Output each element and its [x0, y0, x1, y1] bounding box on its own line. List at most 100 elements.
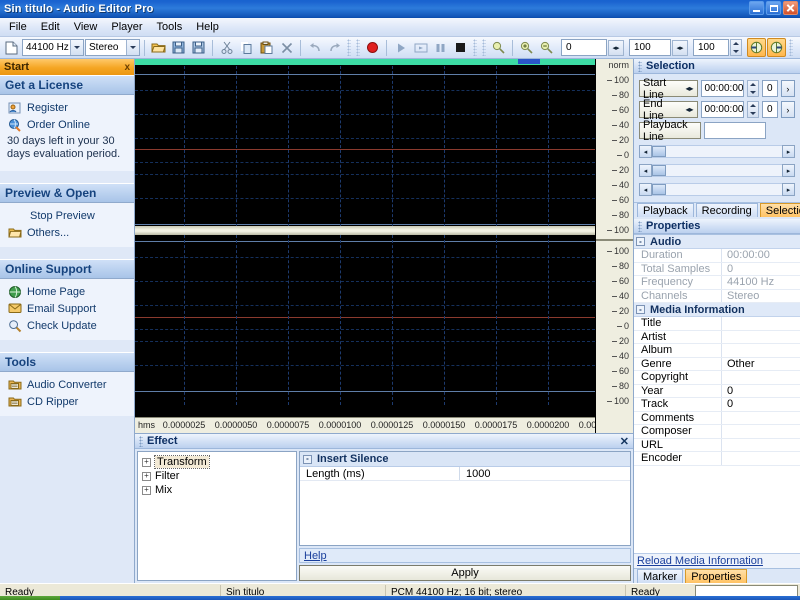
- selection-scrollbar-1[interactable]: ◂ ▸: [639, 145, 795, 158]
- scroll-right-icon[interactable]: ▸: [782, 183, 795, 196]
- position-stepper[interactable]: ◂▸: [608, 40, 624, 56]
- tree-node-filter[interactable]: + Filter: [138, 469, 296, 483]
- expander-icon[interactable]: +: [142, 486, 151, 495]
- tree-node-mix[interactable]: + Mix: [138, 483, 296, 497]
- property-row[interactable]: Comments: [634, 412, 800, 426]
- play-icon[interactable]: [391, 38, 410, 57]
- volume-stepper[interactable]: [730, 39, 742, 56]
- selection-ruler[interactable]: [135, 59, 595, 65]
- property-value[interactable]: [722, 412, 800, 425]
- start-line-go-button[interactable]: ›: [781, 80, 795, 97]
- length-stepper[interactable]: ◂▸: [672, 40, 688, 56]
- copy-icon[interactable]: [237, 38, 256, 57]
- zoom-out-icon[interactable]: [537, 38, 556, 57]
- panel-grip-icon[interactable]: [638, 61, 642, 72]
- zoom-in-icon[interactable]: [517, 38, 536, 57]
- property-value[interactable]: [722, 331, 800, 344]
- tree-node-transform[interactable]: + Transform: [138, 455, 296, 469]
- properties-section-audio[interactable]: - Audio: [634, 235, 800, 249]
- property-row[interactable]: Track 0: [634, 398, 800, 412]
- sidebar-item-stop-preview[interactable]: Stop Preview: [0, 207, 134, 224]
- property-value[interactable]: [722, 439, 800, 452]
- sidebar-item-order-online[interactable]: Order Online: [0, 116, 134, 133]
- scroll-thumb[interactable]: [652, 165, 666, 176]
- panel-grip-icon[interactable]: [139, 436, 143, 447]
- left-channel-toggle-icon[interactable]: [747, 38, 766, 57]
- property-value[interactable]: Other: [722, 358, 800, 371]
- waveform-canvas[interactable]: [135, 59, 595, 417]
- selection-scrollbar-3[interactable]: ◂ ▸: [639, 183, 795, 196]
- right-channel-toggle-icon[interactable]: [767, 38, 786, 57]
- property-row[interactable]: Copyright: [634, 371, 800, 385]
- collapse-icon[interactable]: -: [636, 305, 645, 314]
- menu-file[interactable]: File: [2, 19, 34, 35]
- minimize-button[interactable]: [749, 1, 764, 15]
- ruler-selection-marker[interactable]: [518, 59, 540, 64]
- sidebar-item-cd-ripper[interactable]: CD Ripper: [0, 393, 134, 410]
- expander-icon[interactable]: +: [142, 472, 151, 481]
- close-icon[interactable]: ✕: [620, 435, 629, 448]
- save-icon[interactable]: [169, 38, 188, 57]
- apply-button[interactable]: Apply: [299, 565, 631, 581]
- tab-recording[interactable]: Recording: [696, 203, 758, 217]
- undo-icon[interactable]: [305, 38, 324, 57]
- stop-icon[interactable]: [451, 38, 470, 57]
- loop-play-icon[interactable]: [411, 38, 430, 57]
- menu-edit[interactable]: Edit: [34, 19, 67, 35]
- menu-player[interactable]: Player: [104, 19, 149, 35]
- sidebar-item-audio-converter[interactable]: Audio Converter: [0, 376, 134, 393]
- collapse-icon[interactable]: -: [303, 455, 312, 464]
- property-value[interactable]: [722, 317, 800, 330]
- save-as-icon[interactable]: [189, 38, 208, 57]
- end-line-time-field[interactable]: 00:00:00: [701, 101, 745, 118]
- scroll-thumb[interactable]: [652, 184, 666, 195]
- property-value[interactable]: 0: [722, 385, 800, 398]
- scroll-left-icon[interactable]: ◂: [639, 145, 652, 158]
- samplerate-combo[interactable]: 44100 Hz: [22, 39, 84, 56]
- zoom-selection-icon[interactable]: [489, 38, 508, 57]
- start-line-time-field[interactable]: 00:00:00: [701, 80, 745, 97]
- toolbar-grip[interactable]: [789, 39, 793, 56]
- tab-properties[interactable]: Properties: [685, 569, 747, 583]
- menu-help[interactable]: Help: [189, 19, 226, 35]
- toolbar-grip[interactable]: [356, 39, 360, 56]
- effect-param-value[interactable]: 1000: [460, 467, 630, 480]
- tab-playback[interactable]: Playback: [637, 203, 694, 217]
- scroll-right-icon[interactable]: ▸: [782, 145, 795, 158]
- help-link[interactable]: Help: [304, 550, 327, 562]
- open-icon[interactable]: [149, 38, 168, 57]
- end-line-go-button[interactable]: ›: [781, 101, 795, 118]
- tab-selection[interactable]: Selection: [760, 203, 800, 217]
- menu-tools[interactable]: Tools: [150, 19, 190, 35]
- toolbar-grip[interactable]: [482, 39, 486, 56]
- channels-combo[interactable]: Stereo: [85, 39, 140, 56]
- panel-grip-icon[interactable]: [638, 221, 642, 232]
- end-line-samples[interactable]: 0: [762, 101, 778, 118]
- property-value[interactable]: 0: [722, 398, 800, 411]
- record-icon[interactable]: [363, 38, 382, 57]
- cut-icon[interactable]: [217, 38, 236, 57]
- toolbar-grip[interactable]: [347, 39, 351, 56]
- property-value[interactable]: [722, 452, 800, 465]
- scroll-left-icon[interactable]: ◂: [639, 164, 652, 177]
- start-line-stepper[interactable]: [747, 80, 758, 97]
- scroll-left-icon[interactable]: ◂: [639, 183, 652, 196]
- scroll-thumb[interactable]: [652, 146, 666, 157]
- sidebar-item-home-page[interactable]: Home Page: [0, 283, 134, 300]
- properties-section-media-information[interactable]: - Media Information: [634, 303, 800, 317]
- chevron-down-icon[interactable]: [126, 40, 139, 55]
- property-row[interactable]: Genre Other: [634, 358, 800, 372]
- property-row[interactable]: Encoder: [634, 452, 800, 466]
- menu-view[interactable]: View: [67, 19, 105, 35]
- property-row[interactable]: Artist: [634, 331, 800, 345]
- new-file-icon[interactable]: [2, 38, 21, 57]
- property-row[interactable]: URL: [634, 439, 800, 453]
- sidebar-item-check-update[interactable]: Check Update: [0, 317, 134, 334]
- toolbar-grip[interactable]: [473, 39, 477, 56]
- property-row[interactable]: Title: [634, 317, 800, 331]
- left-right-arrows-icon[interactable]: ◂▸: [681, 105, 694, 114]
- effect-category-row[interactable]: - Insert Silence: [300, 452, 630, 467]
- sidebar-item-email-support[interactable]: Email Support: [0, 300, 134, 317]
- close-icon[interactable]: x: [124, 62, 130, 73]
- property-value[interactable]: [722, 344, 800, 357]
